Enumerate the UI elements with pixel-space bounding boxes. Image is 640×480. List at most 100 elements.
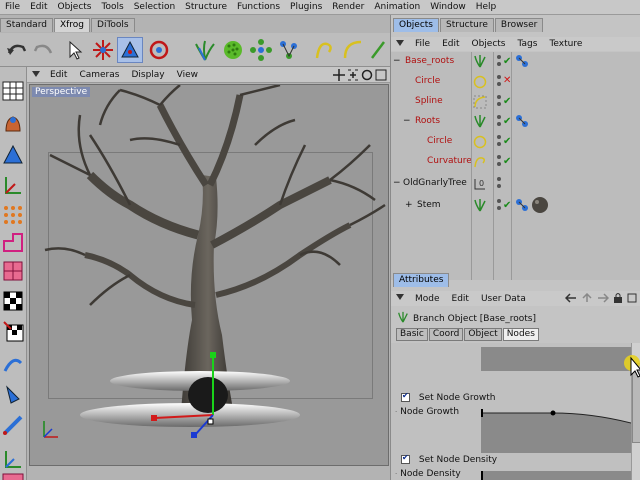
visibility-dots-icon[interactable]	[496, 154, 502, 171]
viewport-rotate-icon[interactable]	[361, 69, 373, 84]
viewport-menu-view[interactable]: View	[171, 70, 204, 80]
list-item[interactable]: − OldGnarlyTree 0	[391, 174, 640, 194]
list-item[interactable]: Circle ✔	[391, 132, 640, 152]
material-icon[interactable]	[1, 111, 25, 135]
viewport-menu-display[interactable]: Display	[125, 70, 170, 80]
viewport-handle-icon[interactable]	[30, 69, 44, 81]
object-name[interactable]: Curvature	[427, 156, 472, 166]
xfrog-curvature-icon[interactable]	[312, 37, 338, 63]
viewport-zoom-icon[interactable]	[347, 69, 359, 84]
visibility-dots-icon[interactable]	[496, 94, 502, 111]
world-axis-icon[interactable]	[1, 447, 25, 471]
object-menu-file[interactable]: File	[409, 39, 436, 49]
inverse-kinematics-icon[interactable]	[1, 413, 25, 437]
object-name[interactable]: Circle	[415, 76, 440, 86]
subtab-basic[interactable]: Basic	[396, 328, 428, 341]
tab-xfrog[interactable]: Xfrog	[53, 18, 91, 32]
visibility-dots-icon[interactable]	[496, 114, 502, 131]
menu-file[interactable]: File	[0, 2, 25, 12]
object-name[interactable]: OldGnarlyTree	[403, 178, 467, 188]
viewport-move-icon[interactable]	[333, 69, 345, 84]
xfrog-spline-icon[interactable]	[340, 37, 366, 63]
menu-window[interactable]: Window	[425, 2, 471, 12]
tab-ditools[interactable]: DiTools	[91, 18, 135, 32]
xfrog-tree-icon[interactable]	[276, 37, 302, 63]
edges-mode-icon[interactable]	[1, 231, 25, 255]
list-item[interactable]: Circle ✕	[391, 72, 640, 92]
texture-mode-icon[interactable]	[1, 289, 25, 313]
menu-structure[interactable]: Structure	[180, 2, 232, 12]
rotate-icon[interactable]	[146, 37, 172, 63]
subtab-coord[interactable]: Coord	[428, 328, 464, 341]
object-name[interactable]: Circle	[427, 136, 452, 146]
subtab-object[interactable]: Object	[464, 328, 502, 341]
xfrog-tag-icon[interactable]	[515, 198, 529, 215]
menu-edit[interactable]: Edit	[25, 2, 52, 12]
object-name[interactable]: Roots	[415, 116, 440, 126]
viewport-maximize-icon[interactable]	[375, 69, 387, 84]
list-item[interactable]: − Roots ✔	[391, 112, 640, 132]
tab-structure[interactable]: Structure	[440, 18, 494, 32]
object-menu-objects[interactable]: Objects	[466, 39, 512, 49]
curve-preview[interactable]	[481, 347, 631, 371]
list-item[interactable]: + Stem ✔	[391, 196, 640, 216]
xfrog-tag-icon[interactable]	[515, 114, 529, 131]
viewport-menu-edit[interactable]: Edit	[44, 70, 73, 80]
xfrog-grass-icon[interactable]	[192, 37, 218, 63]
bark-material-icon[interactable]	[531, 196, 549, 217]
set-node-density-checkbox[interactable]	[401, 453, 410, 464]
collapse-icon[interactable]: −	[403, 116, 411, 126]
animation-mode-icon[interactable]	[1, 383, 25, 407]
visibility-dots-icon[interactable]	[496, 134, 502, 151]
viewport-menu-cameras[interactable]: Cameras	[73, 70, 125, 80]
tab-objects[interactable]: Objects	[393, 18, 440, 32]
xfrog-phyllotaxis-icon[interactable]	[220, 37, 246, 63]
attr-menu-edit[interactable]: Edit	[446, 294, 475, 304]
object-menu-handle-icon[interactable]	[391, 38, 409, 51]
menu-plugins[interactable]: Plugins	[285, 2, 327, 12]
xfrog-tag-icon[interactable]	[515, 54, 529, 71]
collapse-icon[interactable]: −	[393, 178, 401, 188]
polygons-mode-icon[interactable]	[1, 259, 25, 283]
polygon-mode-icon[interactable]	[1, 143, 25, 167]
menu-functions[interactable]: Functions	[232, 2, 285, 12]
new-window-icon[interactable]	[621, 293, 640, 306]
axis-icon[interactable]	[1, 173, 25, 197]
layout-grid-icon[interactable]	[1, 79, 25, 103]
menu-render[interactable]: Render	[327, 2, 369, 12]
select-arrow-icon[interactable]	[62, 37, 88, 63]
attr-menu-user-data[interactable]: User Data	[475, 294, 532, 304]
tweak-mode-icon[interactable]	[1, 353, 25, 377]
object-menu-edit[interactable]: Edit	[436, 39, 465, 49]
visibility-dots-icon[interactable]	[496, 54, 502, 71]
undo-icon[interactable]	[4, 37, 30, 63]
node-growth-curve[interactable]	[481, 407, 631, 453]
object-menu-tags[interactable]: Tags	[512, 39, 544, 49]
tab-attributes[interactable]: Attributes	[393, 273, 450, 287]
menu-objects[interactable]: Objects	[53, 2, 97, 12]
set-node-growth-checkbox[interactable]	[401, 391, 410, 402]
tab-browser[interactable]: Browser	[494, 18, 544, 32]
snap-grid-icon[interactable]	[1, 473, 25, 480]
object-name[interactable]: Stem	[417, 200, 441, 210]
menu-help[interactable]: Help	[471, 2, 502, 12]
menu-selection[interactable]: Selection	[129, 2, 180, 12]
list-item[interactable]: Curvature ✔	[391, 152, 640, 172]
subtab-nodes[interactable]: Nodes	[502, 328, 539, 341]
menu-animation[interactable]: Animation	[369, 2, 425, 12]
visibility-dots-icon[interactable]	[496, 198, 502, 215]
attr-menu-mode[interactable]: Mode	[409, 294, 446, 304]
perspective-viewport[interactable]: Perspective	[29, 84, 389, 466]
node-density-curve[interactable]	[481, 471, 631, 480]
attr-menu-handle-icon[interactable]	[391, 292, 409, 305]
list-item[interactable]: − Base_roots ✔	[391, 52, 640, 72]
xfrog-simplify-icon[interactable]	[368, 37, 388, 63]
expand-icon[interactable]: +	[405, 200, 413, 210]
object-name[interactable]: Spline	[415, 96, 443, 106]
object-menu-texture[interactable]: Texture	[543, 39, 588, 49]
scale-icon[interactable]	[117, 37, 143, 63]
texture-axis-icon[interactable]	[1, 319, 25, 343]
points-mode-icon[interactable]	[1, 203, 25, 227]
redo-icon[interactable]	[30, 37, 56, 63]
object-name[interactable]: Base_roots	[405, 56, 454, 66]
